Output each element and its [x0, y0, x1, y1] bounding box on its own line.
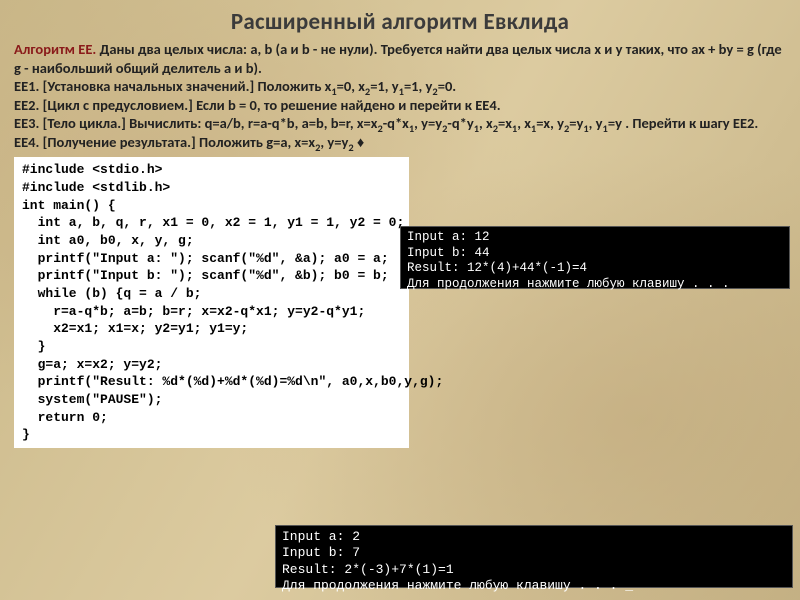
slide-title: Расширенный алгоритм Евклида: [14, 8, 786, 36]
eq1a: =1, y: [370, 77, 398, 95]
ee3-p2a: -q*x: [383, 114, 409, 132]
ee3-p2d: , x: [479, 114, 493, 132]
ee3-p2i: , y: [589, 114, 603, 132]
algorithm-description: Алгоритм EE. Даны два целых числа: a, b …: [14, 40, 786, 151]
ee1-text: [Установка начальных значений.] Положить…: [39, 77, 331, 95]
ee3-p2b: , y=y: [414, 114, 442, 132]
ee2-label: EE2.: [14, 96, 39, 114]
ee3-label: EE3.: [14, 114, 39, 132]
ee1-label: EE1.: [14, 77, 39, 95]
ee3-p2h: =y: [569, 114, 583, 132]
algo-label: Алгоритм EE.: [14, 40, 96, 58]
ee1-rest: =0.: [438, 77, 456, 95]
terminal-output-2: Input a: 2 Input b: 7 Result: 2*(-3)+7*(…: [275, 525, 793, 588]
source-code: #include <stdio.h> #include <stdlib.h> i…: [14, 157, 409, 448]
ee4-label: EE4.: [14, 133, 39, 151]
ee2-text: [Цикл с предусловием.] Если b = 0, то ре…: [39, 96, 500, 114]
eq1b: =1, y: [404, 77, 432, 95]
terminal-output-1: Input a: 12 Input b: 44 Result: 12*(4)+4…: [400, 226, 790, 289]
ee3-p2c: -q*y: [447, 114, 473, 132]
ee3-p2f: , x: [517, 114, 531, 132]
algo-intro: Даны два целых числа: a, b (a и b - не н…: [14, 40, 782, 77]
ee4-rest: ♦: [354, 133, 365, 151]
ee3-p2e: =x: [498, 114, 512, 132]
ee3-p2j: =y . Перейти к шагу EE2.: [608, 114, 758, 132]
ee4-text: [Получение результата.] Положить g=a, x=…: [39, 133, 315, 151]
eq0: =0, x: [337, 77, 365, 95]
ee3-p2g: =x, y: [536, 114, 564, 132]
ee3-text: [Тело цикла.] Вычислить: q=a/b, r=a-q*b,…: [39, 114, 377, 132]
comma-yy: , y=y: [320, 133, 348, 151]
